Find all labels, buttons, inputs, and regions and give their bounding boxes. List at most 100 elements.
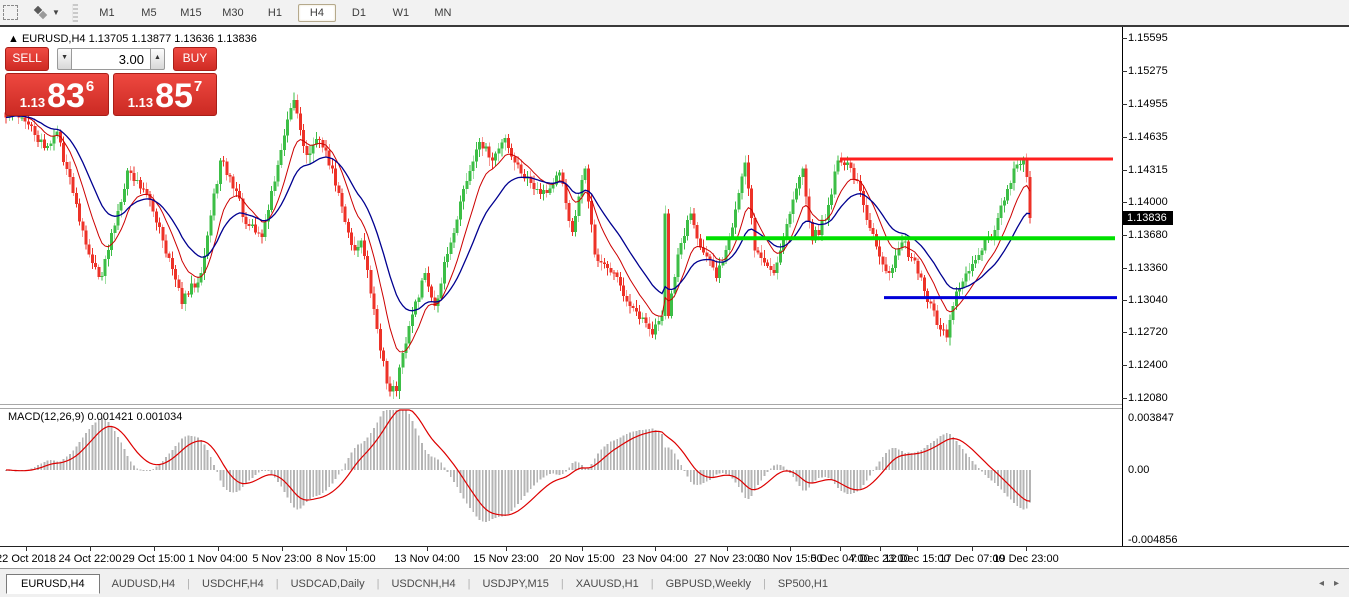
tab-scroll-right-icon[interactable]: ▸ [1334,578,1339,589]
time-axis-tick [427,546,428,551]
chart-tab-bar: EURUSD,H4 AUDUSD,H4 | USDCHF,H4 | USDCAD,Dail… [0,568,1349,597]
chart-region[interactable]: ▲ EURUSD,H4 1.13705 1.13877 1.13636 1.13… [0,27,1349,597]
time-axis-label: 22 Oct 2018 [0,553,56,565]
time-axis-label: 5 Nov 23:00 [252,553,312,565]
time-axis-tick [840,546,841,551]
pane-separator[interactable] [0,404,1122,409]
dropdown-caret-icon[interactable]: ▼ [52,8,60,17]
price-axis-label: 1.12080 [1128,392,1168,404]
buy-price-base: 1.13 [127,95,154,110]
time-axis-label: 1 Nov 04:00 [188,553,248,565]
buy-price-tile[interactable]: 1.13 85 7 [113,73,217,116]
buy-price-pips: 85 [155,77,193,115]
mt4-window: ▼ M1 M5 M15 M30 H1 H4 D1 W1 MN ▲ EURUSD,H4 1.13 7… [0,0,1349,597]
time-axis-tick [790,546,791,551]
chart-tab-sp500[interactable]: SP500,H1 [766,575,840,593]
timeframe-button-m1[interactable]: M1 [88,4,126,22]
price-axis-tick [1122,398,1127,399]
chart-tab-xauusd[interactable]: XAUUSD,H1 [564,575,651,593]
timeframe-button-m15[interactable]: M15 [172,4,210,22]
timeframe-button-m5[interactable]: M5 [130,4,168,22]
macd-axis-label: -0.004856 [1128,534,1178,546]
timeframe-button-d1[interactable]: D1 [340,4,378,22]
time-axis-label: 19 Dec 23:00 [993,553,1059,565]
macd-signal-value: 0.001034 [136,411,183,423]
price-axis-label: 1.12720 [1128,326,1168,338]
chart-tab-eurusd[interactable]: EURUSD,H4 [6,573,100,594]
price-axis-tick [1122,170,1127,171]
crosshair-select-icon[interactable] [3,5,18,20]
one-click-trading-panel: SELL ▼ ▲ BUY 1.13 83 6 1.13 85 7 [5,47,217,116]
sell-button[interactable]: SELL [5,47,50,71]
tab-scroll-buttons: ◂ ▸ [1319,578,1339,589]
macd-axis-label: 0.00 [1128,464,1150,476]
price-axis-tick [1122,38,1127,39]
chart-tab-usdcnh[interactable]: USDCNH,H4 [379,575,467,593]
sell-price-pips: 83 [47,77,85,115]
volume-increase-button[interactable]: ▲ [150,48,165,70]
timeframe-button-m30[interactable]: M30 [214,4,252,22]
chart-tab-usdcad[interactable]: USDCAD,Daily [279,575,377,593]
chart-tab-usdchf[interactable]: USDCHF,H4 [190,575,276,593]
price-axis-label: 1.13680 [1128,229,1168,241]
timeframe-button-h1[interactable]: H1 [256,4,294,22]
macd-indicator-label: MACD(12,26,9) 0.001421 0.001034 [8,411,183,423]
price-axis-label: 1.14635 [1128,131,1168,143]
macd-histogram [5,410,1031,523]
price-axis-label: 1.15275 [1128,65,1168,77]
price-axis-label: 1.14000 [1128,196,1168,208]
volume-input[interactable] [72,48,150,70]
price-axis-tick [1122,104,1127,105]
time-axis-tick [917,546,918,551]
price-axis-label: 1.14955 [1128,98,1168,110]
timeframe-button-w1[interactable]: W1 [382,4,420,22]
macd-main-value: 0.001421 [87,411,134,423]
timeframe-button-mn[interactable]: MN [424,4,462,22]
price-axis-tick [1122,300,1127,301]
time-axis-label: 13 Nov 04:00 [394,553,460,565]
time-axis-tick [282,546,283,551]
tab-scroll-left-icon[interactable]: ◂ [1319,578,1324,589]
timeframe-toolbar: ▼ M1 M5 M15 M30 H1 H4 D1 W1 MN [0,0,1349,26]
time-axis-label: 8 Nov 15:00 [316,553,376,565]
time-axis-label: 23 Nov 04:00 [622,553,688,565]
price-axis-label: 1.13040 [1128,294,1168,306]
time-axis-label: 29 Oct 15:00 [122,553,186,565]
buy-button[interactable]: BUY [172,47,217,71]
time-axis-tick [218,546,219,551]
time-axis-tick [972,546,973,551]
price-axis-tick [1122,235,1127,236]
sell-price-base: 1.13 [19,95,46,110]
time-axis-tick [1026,546,1027,551]
time-axis-label: 24 Oct 22:00 [58,553,122,565]
time-axis-tick [727,546,728,551]
time-axis-tick [880,546,881,551]
time-axis-tick [582,546,583,551]
time-axis-label: 20 Nov 15:00 [549,553,615,565]
chart-tab-audusd[interactable]: AUDUSD,H4 [100,575,188,593]
buy-price-point: 7 [193,78,203,95]
chart-tab-gbpusd[interactable]: GBPUSD,Weekly [654,575,763,593]
price-axis-tick [1122,332,1127,333]
time-axis-tick [655,546,656,551]
sell-price-tile[interactable]: 1.13 83 6 [5,73,109,116]
toolbar-grip[interactable] [71,3,78,22]
chart-tab-usdjpy[interactable]: USDJPY,M15 [470,575,560,593]
price-axis-label: 1.13360 [1128,262,1168,274]
current-price-tag: 1.13836 [1123,211,1173,226]
macd-axis-label: 0.003847 [1128,412,1174,424]
time-axis-tick [346,546,347,551]
volume-decrease-button[interactable]: ▼ [57,48,72,70]
price-axis-label: 1.15595 [1128,32,1168,44]
time-axis-tick [26,546,27,551]
time-axis-tick [154,546,155,551]
sell-price-point: 6 [85,78,95,95]
price-axis-tick [1122,71,1127,72]
time-axis-separator [0,546,1349,547]
time-axis-tick [506,546,507,551]
price-axis-label: 1.12400 [1128,359,1168,371]
price-axis-tick [1122,365,1127,366]
time-axis-tick [90,546,91,551]
tile-windows-icon[interactable]: ▼ [32,5,60,20]
timeframe-button-h4[interactable]: H4 [297,3,336,22]
